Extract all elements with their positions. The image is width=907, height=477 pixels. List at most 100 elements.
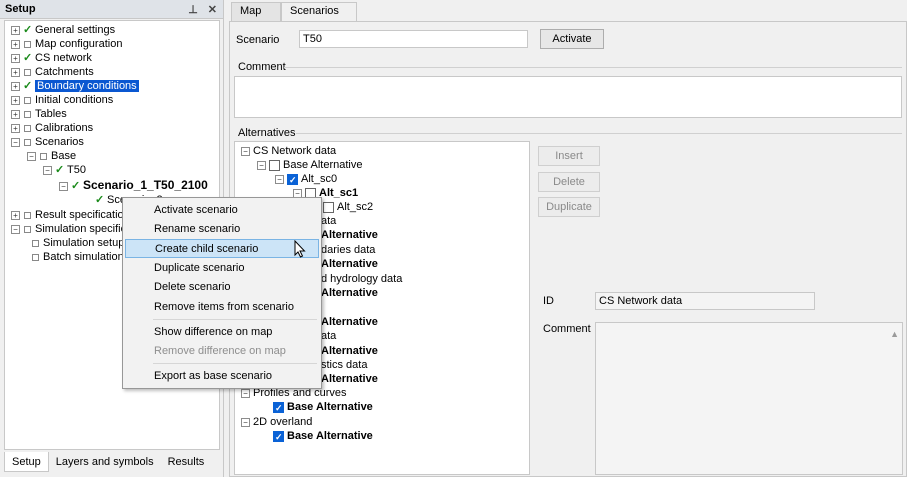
checkbox-checked[interactable] bbox=[273, 401, 284, 415]
checkmark-icon: ✓ bbox=[55, 164, 65, 177]
menu-item-create-child-scenario[interactable]: Create child scenario bbox=[125, 239, 319, 258]
tree-item-initial-conditions[interactable]: + Initial conditions bbox=[11, 93, 113, 107]
tree-item-map-configuration[interactable]: + Map configuration bbox=[11, 37, 122, 51]
collapse-icon[interactable]: − bbox=[43, 165, 52, 175]
alt-node-alt-sc0[interactable]: −Alt_sc0 bbox=[275, 172, 337, 187]
alternatives-divider bbox=[296, 133, 902, 134]
square-icon bbox=[32, 253, 39, 261]
collapse-icon[interactable]: − bbox=[11, 137, 20, 147]
menu-item-duplicate-scenario[interactable]: Duplicate scenario bbox=[125, 259, 319, 278]
checkbox-checked[interactable] bbox=[273, 430, 284, 444]
tab-setup[interactable]: Setup bbox=[4, 452, 49, 472]
tab-layers-and-symbols[interactable]: Layers and symbols bbox=[49, 452, 161, 472]
alt-node-partial-11[interactable]: Alternative bbox=[321, 372, 378, 386]
tree-item-cs-network[interactable]: + ✓ CS network bbox=[11, 51, 92, 65]
tree-item-t50[interactable]: − ✓ T50 bbox=[43, 163, 86, 177]
alt-node-partial-10[interactable]: stics data bbox=[321, 358, 367, 372]
mouse-cursor-icon bbox=[294, 240, 306, 258]
tab-map[interactable]: Map bbox=[231, 2, 281, 21]
scenario-comment-field[interactable] bbox=[234, 76, 902, 118]
alt-node-partial-1[interactable]: ata bbox=[321, 214, 336, 228]
tree-item-simulation-setup[interactable]: Simulation setup bbox=[31, 236, 124, 250]
alt-node-partial-9[interactable]: Alternative bbox=[321, 344, 378, 358]
alt-node-partial-8[interactable]: ata bbox=[321, 329, 336, 343]
tree-item-catchments[interactable]: + Catchments bbox=[11, 65, 94, 79]
alt-node-partial-5[interactable]: d hydrology data bbox=[321, 272, 402, 286]
tree-item-base[interactable]: − Base bbox=[27, 149, 76, 163]
menu-item-remove-difference-on-map[interactable]: Remove difference on map bbox=[125, 342, 319, 361]
activate-button[interactable]: Activate bbox=[540, 29, 604, 49]
collapse-icon[interactable]: − bbox=[275, 174, 284, 184]
tab-scenarios[interactable]: Scenarios ✕ bbox=[281, 2, 357, 34]
document-tab-strip: Map Scenarios ✕ bbox=[229, 0, 907, 34]
tree-item-boundary-conditions[interactable]: + ✓ Boundary conditions bbox=[11, 79, 139, 93]
collapse-icon[interactable]: − bbox=[241, 388, 250, 398]
expand-icon[interactable]: + bbox=[11, 67, 20, 77]
duplicate-button[interactable]: Duplicate bbox=[538, 197, 600, 217]
menu-item-export-as-base-scenario[interactable]: Export as base scenario bbox=[125, 367, 319, 386]
collapse-icon[interactable]: − bbox=[241, 417, 250, 427]
delete-button[interactable]: Delete bbox=[538, 172, 600, 192]
scenario-name-field[interactable]: T50 bbox=[299, 30, 528, 48]
scenario-label: Scenario bbox=[236, 34, 280, 46]
expand-icon[interactable]: + bbox=[11, 210, 20, 220]
alt-node-2d-overland[interactable]: −2D overland bbox=[241, 415, 312, 429]
square-icon bbox=[24, 211, 31, 219]
collapse-icon[interactable]: − bbox=[27, 151, 36, 161]
alt-node-partial-3[interactable]: daries data bbox=[321, 243, 375, 257]
collapse-icon[interactable]: − bbox=[59, 181, 68, 191]
setup-panel-title: Setup bbox=[5, 3, 36, 15]
collapse-icon[interactable]: − bbox=[11, 224, 20, 234]
square-icon bbox=[24, 68, 31, 76]
alt-node-cs-network-data[interactable]: − CS Network data bbox=[241, 144, 336, 158]
setup-panel-header: Setup ⊥ ✕ bbox=[0, 0, 223, 19]
expand-icon[interactable]: + bbox=[11, 39, 20, 49]
checkbox-checked[interactable] bbox=[287, 173, 298, 187]
menu-item-delete-scenario[interactable]: Delete scenario bbox=[125, 278, 319, 297]
checkbox[interactable] bbox=[269, 159, 280, 171]
tab-results[interactable]: Results bbox=[161, 452, 212, 472]
insert-button[interactable]: Insert bbox=[538, 146, 600, 166]
menu-item-rename-scenario[interactable]: Rename scenario bbox=[125, 220, 319, 239]
alt-node-2d-base-alternative[interactable]: Base Alternative bbox=[273, 429, 373, 444]
square-icon bbox=[24, 138, 31, 146]
tree-item-batch-simulation[interactable]: Batch simulation bbox=[31, 250, 124, 264]
comment-label: Comment bbox=[238, 61, 286, 73]
alt-node-partial-6[interactable]: Alternative bbox=[321, 286, 378, 300]
tree-item-scenarios[interactable]: − Scenarios bbox=[11, 135, 84, 149]
alt-node-partial-4[interactable]: Alternative bbox=[321, 257, 378, 271]
checkmark-icon: ✓ bbox=[95, 194, 105, 207]
square-icon bbox=[40, 152, 47, 160]
scroll-up-icon[interactable]: ▲ bbox=[890, 326, 899, 342]
square-icon bbox=[24, 225, 31, 233]
alt-node-profiles-base-alternative[interactable]: Base Alternative bbox=[273, 400, 373, 415]
collapse-icon[interactable]: − bbox=[241, 146, 250, 156]
menu-separator bbox=[153, 363, 317, 364]
alt-node-base-alternative[interactable]: − Base Alternative bbox=[257, 158, 363, 172]
expand-icon[interactable]: + bbox=[11, 95, 20, 105]
tree-item-general-settings[interactable]: + ✓ General settings bbox=[11, 23, 115, 37]
expand-icon[interactable]: + bbox=[11, 123, 20, 133]
menu-item-activate-scenario[interactable]: Activate scenario bbox=[125, 201, 319, 220]
tree-item-tables[interactable]: + Tables bbox=[11, 107, 67, 121]
collapse-icon[interactable]: − bbox=[257, 160, 266, 170]
alt-node-partial-7[interactable]: Alternative bbox=[321, 315, 378, 329]
checkbox[interactable] bbox=[323, 201, 334, 213]
tree-item-result-specification[interactable]: + Result specification bbox=[11, 208, 130, 222]
expand-icon[interactable]: + bbox=[11, 109, 20, 119]
expand-icon[interactable]: + bbox=[11, 81, 20, 91]
tree-item-scenario-1-t50-2100[interactable]: − ✓ Scenario_1_T50_2100 bbox=[59, 178, 208, 192]
tree-item-calibrations[interactable]: + Calibrations bbox=[11, 121, 93, 135]
alt-node-partial-2[interactable]: Alternative bbox=[321, 228, 378, 242]
id-field[interactable]: CS Network data bbox=[595, 292, 815, 310]
square-icon bbox=[24, 96, 31, 104]
alt-node-alt-sc2[interactable]: Alt_sc2 bbox=[323, 200, 373, 214]
bottom-tab-strip: Setup Layers and symbols Results bbox=[4, 452, 220, 474]
pin-icon[interactable]: ⊥ bbox=[188, 3, 198, 16]
close-icon[interactable]: ✕ bbox=[208, 3, 217, 16]
menu-item-show-difference-on-map[interactable]: Show difference on map bbox=[125, 323, 319, 342]
expand-icon[interactable]: + bbox=[11, 53, 20, 63]
detail-comment-field[interactable]: ▲ bbox=[595, 322, 903, 475]
menu-item-remove-items-from-scenario[interactable]: Remove items from scenario bbox=[125, 298, 319, 317]
expand-icon[interactable]: + bbox=[11, 25, 20, 35]
